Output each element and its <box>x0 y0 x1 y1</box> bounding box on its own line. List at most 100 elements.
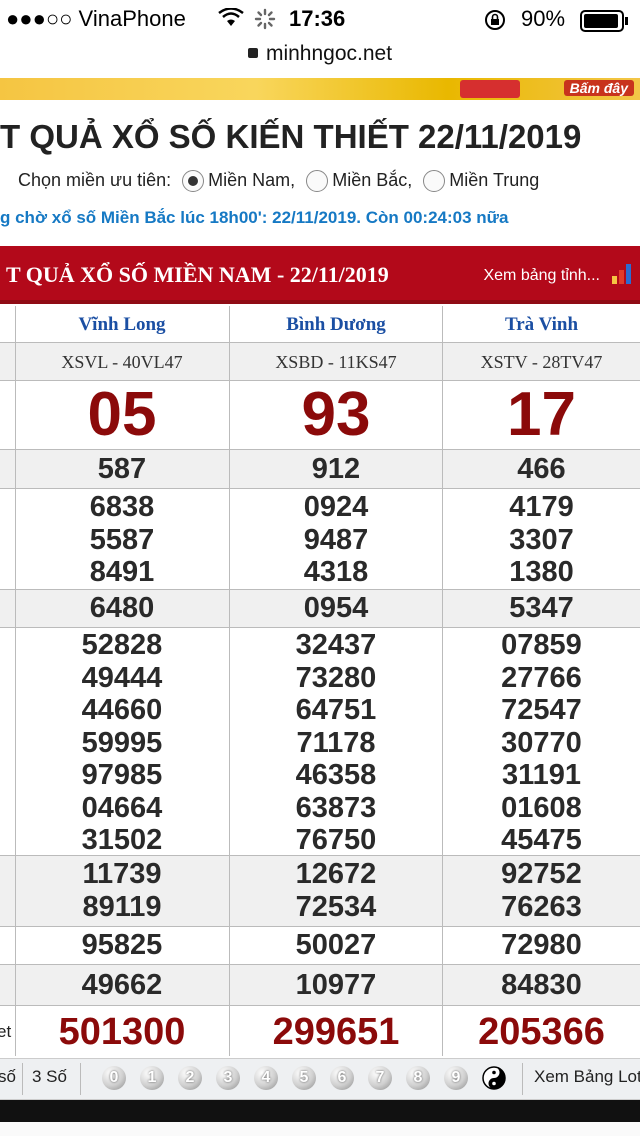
prize-g2: 72980 <box>501 929 582 961</box>
special-label: et <box>0 1022 12 1041</box>
view-table-link[interactable]: Xem bảng tỉnh... <box>483 267 600 285</box>
clock: 17:36 <box>289 6 346 31</box>
province-name[interactable]: Vĩnh Long <box>15 306 230 342</box>
results-header: T QUẢ XỔ SỐ MIỀN NAM - 22/11/2019 Xem bả… <box>0 246 640 304</box>
carrier: ●●●○○ VinaPhone <box>6 6 186 31</box>
prize-g6: 5587 <box>89 523 155 556</box>
banner-cta[interactable]: Bấm đây <box>563 80 634 96</box>
prize-g6: 1380 <box>509 556 574 588</box>
results-title: T QUẢ XỔ SỐ MIỀN NAM - 22/11/2019 <box>6 262 389 287</box>
digit-ball-8[interactable]: 8 <box>406 1066 430 1090</box>
prize-g4: 27766 <box>501 661 582 694</box>
province-name[interactable]: Trà Vinh <box>443 306 640 342</box>
countdown-notice: g chờ xổ số Miền Bắc lúc 18h00': 22/11/2… <box>0 208 509 227</box>
ad-banner[interactable]: Bấm đây <box>0 78 640 100</box>
prize-g5: 5347 <box>509 592 574 624</box>
prize-special: 205366 <box>478 1011 605 1053</box>
table-row-g7: 587 912 466 <box>0 450 640 489</box>
prize-g4: 71178 <box>296 726 376 759</box>
digit-ball-7[interactable]: 7 <box>368 1066 392 1090</box>
digit-ball-4[interactable]: 4 <box>254 1066 278 1090</box>
ticket-code: XSTV - 28TV47 <box>480 352 603 372</box>
prize-g7: 912 <box>230 450 443 488</box>
prize-g1: 84830 <box>501 969 582 1001</box>
prize-g6: 4318 <box>303 556 369 588</box>
prize-g5: 6480 <box>15 590 230 627</box>
table-row-g2: 95825 50027 72980 <box>0 927 640 965</box>
yin-yang-icon[interactable] <box>482 1066 506 1090</box>
table-row-g6: 6838 5587 8491 0924 9487 4318 4179 3307 … <box>0 489 640 590</box>
prize-g4: 63873 <box>295 791 377 824</box>
prize-g6: 0924 <box>303 491 369 523</box>
prize-g4: 72547 <box>501 694 582 726</box>
prize-g4: 01608 <box>501 791 582 824</box>
prize-g2: 50027 <box>230 927 443 964</box>
radio-mien-bac[interactable] <box>306 170 329 193</box>
digit-ball-2[interactable]: 2 <box>178 1066 202 1090</box>
digit-ball-5[interactable]: 5 <box>292 1066 316 1090</box>
prize-g6-col: 0924 9487 4318 <box>230 489 443 589</box>
tab-3-so[interactable]: 3 Số <box>32 1067 67 1087</box>
table-row-g4: 52828 49444 44660 59995 97985 04664 3150… <box>0 628 640 856</box>
province-name[interactable]: Bình Dương <box>230 306 443 342</box>
digit-ball-1[interactable]: 1 <box>140 1066 164 1090</box>
digit-ball-9[interactable]: 9 <box>444 1066 468 1090</box>
battery-icon <box>580 10 630 38</box>
ticket-code: XSVL - 40VL47 <box>15 343 230 380</box>
wifi-icon <box>218 7 244 34</box>
activity-spinner-icon <box>254 8 276 36</box>
prize-g6: 8491 <box>89 556 155 588</box>
prize-g3: 11739 <box>82 858 162 890</box>
prize-g6-col: 4179 3307 1380 <box>443 489 640 589</box>
status-bar: ●●●○○ VinaPhone 17:36 90% <box>0 0 640 40</box>
chart-icon[interactable] <box>612 260 636 284</box>
browser-toolbar-divider <box>0 1100 640 1122</box>
prize-g4: 32437 <box>295 629 377 661</box>
prize-g3: 92752 <box>501 858 582 890</box>
pref-option-mien-bac[interactable]: Miền Bắc, <box>332 170 412 190</box>
page-title: T QUẢ XỔ SỐ KIẾN THIẾT 22/11/2019 <box>0 118 582 155</box>
prize-g4-col: 32437 73280 64751 71178 46358 63873 7675… <box>230 628 443 856</box>
lock-icon <box>247 48 258 58</box>
prize-g4: 76750 <box>295 824 377 856</box>
radio-mien-trung[interactable] <box>423 170 446 193</box>
prize-g8: 17 <box>507 380 576 449</box>
table-row-provinces: Vĩnh Long Bình Dương Trà Vinh <box>0 306 640 343</box>
address-bar[interactable]: minhngoc.net <box>0 42 640 66</box>
prize-g4-col: 07859 27766 72547 30770 31191 01608 4547… <box>443 628 640 856</box>
battery-percent: 90% <box>521 6 566 31</box>
prize-g6: 4179 <box>509 491 574 523</box>
prize-g6-col: 6838 5587 8491 <box>15 489 230 589</box>
prize-g8: 05 <box>15 381 230 449</box>
prize-g4: 04664 <box>81 791 163 824</box>
prize-g5: 0954 <box>230 590 443 627</box>
table-row-g8: 05 93 17 <box>0 381 640 450</box>
table-row-g3: 11739 89119 12672 72534 92752 76263 <box>0 856 640 927</box>
prize-g3: 89119 <box>82 890 162 923</box>
prize-g4: 44660 <box>81 694 163 726</box>
orientation-lock-icon <box>484 9 506 37</box>
digit-ball-6[interactable]: 6 <box>330 1066 354 1090</box>
prize-g4: 49444 <box>81 661 163 694</box>
prize-special: 501300 <box>15 1006 230 1056</box>
table-row-g1: 49662 10977 84830 <box>0 965 640 1006</box>
prize-g4: 45475 <box>501 824 582 856</box>
pref-option-mien-trung[interactable]: Miền Trung <box>449 170 539 190</box>
prize-g2: 95825 <box>15 927 230 964</box>
pref-option-mien-nam[interactable]: Miền Nam, <box>208 170 295 190</box>
tab-so[interactable]: số <box>0 1067 16 1087</box>
prize-g1: 49662 <box>15 965 230 1005</box>
banner-decoration <box>460 80 520 98</box>
table-row-codes: XSVL - 40VL47 XSBD - 11KS47 XSTV - 28TV4… <box>0 343 640 381</box>
prize-g4-col: 52828 49444 44660 59995 97985 04664 3150… <box>15 628 230 856</box>
prize-g3: 72534 <box>295 890 377 923</box>
prize-g7: 466 <box>517 453 566 485</box>
view-loto-link[interactable]: Xem Bảng Loto <box>534 1067 640 1087</box>
radio-mien-nam[interactable] <box>182 170 205 193</box>
digit-ball-3[interactable]: 3 <box>216 1066 240 1090</box>
prize-g4: 31191 <box>501 759 582 791</box>
digit-ball-0[interactable]: 0 <box>102 1066 126 1090</box>
prize-g4: 30770 <box>501 726 582 759</box>
prize-g3-col: 12672 72534 <box>230 856 443 926</box>
prize-g6: 3307 <box>509 523 574 556</box>
